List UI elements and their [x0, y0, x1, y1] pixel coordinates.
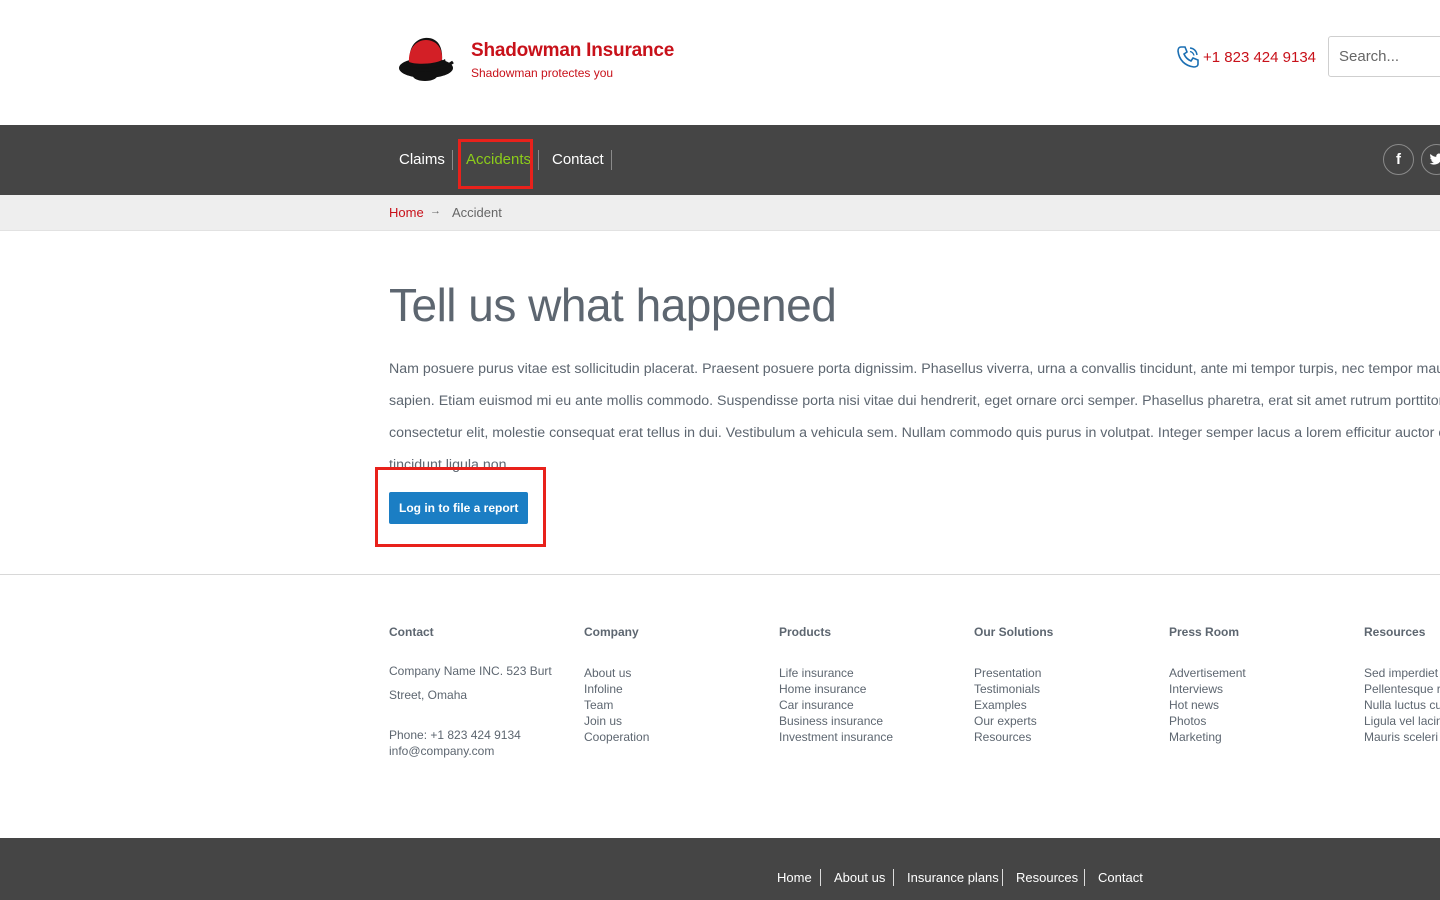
page-body-text: Nam posuere purus vitae est sollicitudin… [389, 361, 1440, 473]
bottom-link-resources[interactable]: Resources [1016, 870, 1078, 885]
facebook-icon[interactable]: f [1383, 144, 1414, 175]
footer-col-press: Press Room Advertisement Interviews Hot … [1169, 625, 1349, 745]
nav-separator [611, 150, 612, 170]
brand-tagline: Shadowman protectes you [471, 66, 614, 80]
bottom-link-plans[interactable]: Insurance plans [907, 870, 999, 885]
phone-icon [1177, 46, 1199, 68]
breadcrumb-current: Accident [452, 205, 502, 220]
footer-link[interactable]: Home insurance [779, 681, 959, 697]
footer-link[interactable]: About us [584, 665, 764, 681]
footer-email[interactable]: info@company.com [389, 743, 569, 759]
nav-separator [538, 150, 539, 170]
bottom-separator [1084, 869, 1085, 886]
bottom-link-about[interactable]: About us [834, 870, 885, 885]
footer-col-company: Company About us Infoline Team Join us C… [584, 625, 764, 745]
footer-heading-resources: Resources [1364, 625, 1426, 639]
footer-link[interactable]: Cooperation [584, 729, 764, 745]
footer-link[interactable]: Join us [584, 713, 764, 729]
footer-link[interactable]: Life insurance [779, 665, 959, 681]
bottom-link-contact[interactable]: Contact [1098, 870, 1143, 885]
footer-link[interactable]: Sed imperdiet [1364, 665, 1440, 681]
footer-heading-press: Press Room [1169, 625, 1240, 639]
page-title: Tell us what happened [389, 279, 837, 331]
footer-col-contact: Contact Company Name INC. 523 Burt Stree… [389, 625, 569, 759]
header-phone[interactable]: +1 823 424 9134 [1175, 44, 1316, 70]
footer-phone: Phone: +1 823 424 9134 [389, 728, 521, 742]
footer-col-resources: Resources Sed imperdiet Pellentesque r N… [1364, 625, 1440, 745]
footer-link[interactable]: Examples [974, 697, 1154, 713]
footer-link[interactable]: Nulla luctus cu [1364, 697, 1440, 713]
bottom-link-home[interactable]: Home [777, 870, 812, 885]
footer-link[interactable]: Testimonials [974, 681, 1154, 697]
footer-address: Company Name INC. 523 Burt Street, Omaha [389, 664, 552, 702]
footer-col-solutions: Our Solutions Presentation Testimonials … [974, 625, 1154, 745]
footer-col-products: Products Life insurance Home insurance C… [779, 625, 959, 745]
footer-link[interactable]: Pellentesque r [1364, 681, 1440, 697]
footer-link[interactable]: Our experts [974, 713, 1154, 729]
highlight-box-file-report [375, 467, 546, 547]
search-input[interactable] [1328, 36, 1440, 77]
shadowman-logo[interactable] [395, 32, 457, 84]
brand-name[interactable]: Shadowman Insurance [471, 40, 674, 62]
bottom-separator [893, 869, 894, 886]
breadcrumb-arrow-icon: → [430, 205, 441, 217]
footer-heading-contact: Contact [389, 625, 434, 639]
footer-link[interactable]: Mauris sceleri [1364, 729, 1440, 745]
footer-link[interactable]: Presentation [974, 665, 1154, 681]
footer-link[interactable]: Resources [974, 729, 1154, 745]
footer-heading-solutions: Our Solutions [974, 625, 1054, 639]
footer-link[interactable]: Advertisement [1169, 665, 1349, 681]
highlight-box-accidents [458, 139, 533, 189]
section-divider [0, 574, 1440, 575]
breadcrumb-home[interactable]: Home [389, 205, 424, 220]
bottom-bar: Home About us Insurance plans Resources … [0, 838, 1440, 900]
footer-link[interactable]: Infoline [584, 681, 764, 697]
phone-number: +1 823 424 9134 [1203, 48, 1317, 66]
site-header: Shadowman Insurance Shadowman protectes … [0, 0, 1440, 125]
footer-link[interactable]: Hot news [1169, 697, 1349, 713]
nav-claims[interactable]: Claims [399, 125, 445, 195]
footer-heading-products: Products [779, 625, 832, 639]
bottom-separator [1002, 869, 1003, 886]
bottom-separator [820, 869, 821, 886]
main-nav: Claims Accidents Contact [0, 125, 1440, 195]
footer-link[interactable]: Interviews [1169, 681, 1349, 697]
footer-heading-company: Company [584, 625, 639, 639]
breadcrumb: Home → Accident [0, 195, 1440, 231]
footer-link[interactable]: Team [584, 697, 764, 713]
footer-link[interactable]: Photos [1169, 713, 1349, 729]
footer-link[interactable]: Investment insurance [779, 729, 959, 745]
nav-separator [452, 150, 453, 170]
footer-link[interactable]: Ligula vel lacin [1364, 713, 1440, 729]
footer-link[interactable]: Marketing [1169, 729, 1349, 745]
nav-contact[interactable]: Contact [552, 125, 604, 195]
footer-link[interactable]: Business insurance [779, 713, 959, 729]
footer-link[interactable]: Car insurance [779, 697, 959, 713]
